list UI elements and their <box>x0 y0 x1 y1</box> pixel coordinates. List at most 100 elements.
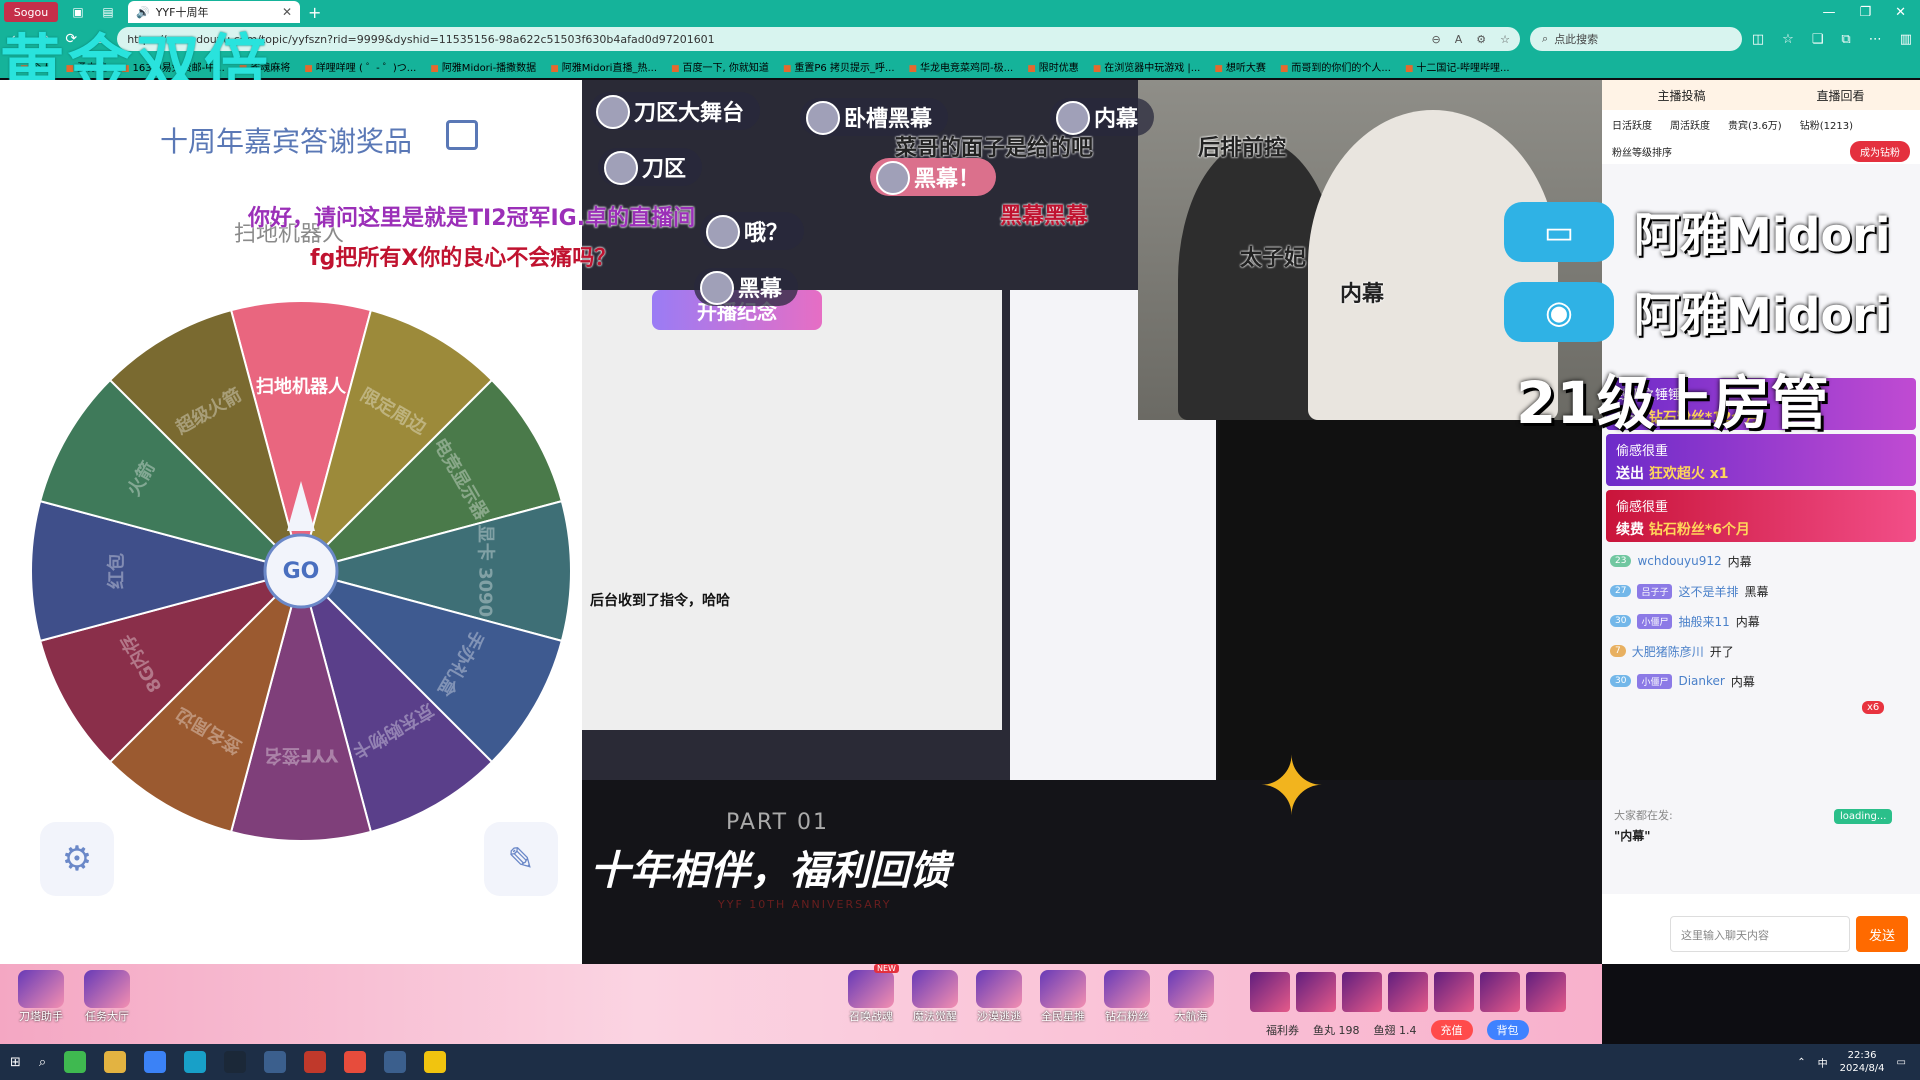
feature-icon <box>912 970 958 1008</box>
feature-button[interactable]: 召唤战魂 NEW <box>848 964 899 1024</box>
bookmark-item[interactable]: 百度一下, 你就知道 <box>671 59 769 74</box>
benefit-coupon[interactable]: 福利券 <box>1266 1022 1299 1038</box>
bookmarks-bar: 个人勇夯娃163网易免费邮-中...雀魂麻将咩哩咩哩 ( ゜- ゜)つ...阿雅… <box>0 54 1920 78</box>
maximize-icon[interactable]: ❐ <box>1859 5 1871 20</box>
steam-icon[interactable] <box>224 1051 247 1073</box>
taskbar-search-icon[interactable]: ⌕ <box>39 1055 46 1070</box>
bookmark-item[interactable]: 重置P6 拷贝提示_呼... <box>783 59 894 74</box>
social-weibo: ◉ 阿雅Midori <box>1504 280 1920 344</box>
sidebar-icon[interactable]: ▥ <box>1900 32 1912 47</box>
read-aloud-icon[interactable]: A <box>1455 33 1463 46</box>
bookmark-item[interactable]: 限时优惠 <box>1027 59 1079 74</box>
danmaku-comment: 刀区大舞台 <box>590 92 761 130</box>
chat-message[interactable]: 30 小僵尸 Dianker 内幕 <box>1602 666 1920 696</box>
bookmark-item[interactable]: 在浏览器中玩游戏 |... <box>1093 59 1200 74</box>
gift-item[interactable] <box>1342 972 1382 1012</box>
zoom-icon[interactable]: ⊖ <box>1432 33 1441 46</box>
favorites-icon[interactable]: ☆ <box>1782 32 1794 47</box>
chat-username[interactable]: 抽般来11 <box>1678 613 1729 630</box>
collections-icon[interactable]: ❏ <box>1812 32 1824 47</box>
menu-icon[interactable]: ⋯ <box>1869 32 1882 47</box>
bookmark-item[interactable]: 十二国记-哔哩哔哩... <box>1405 59 1509 74</box>
bookmark-item[interactable]: 咩哩咩哩 ( ゜- ゜)つ... <box>304 59 416 74</box>
feature-button[interactable]: 大航海 <box>1168 970 1214 1024</box>
feature-label: 召唤战魂 <box>849 1010 893 1023</box>
chat-message[interactable]: 27 吕子子 这不是羊排 黑幕 <box>1602 576 1920 606</box>
favorite-star-icon[interactable]: ☆ <box>1500 33 1510 46</box>
chat-message[interactable]: 7 大肥猪陈彦川 开了 <box>1602 636 1920 666</box>
sparkle-star-icon: ✦ <box>1258 740 1326 833</box>
new-tab-button[interactable]: + <box>308 3 321 22</box>
gift-item[interactable] <box>1388 972 1428 1012</box>
minimize-icon[interactable]: — <box>1822 5 1835 20</box>
gift-bar-item[interactable]: 任务大厅 <box>84 970 130 1024</box>
bookmark-item[interactable]: 阿雅Midori直播_热... <box>550 59 657 74</box>
chat-text: 开了 <box>1709 644 1734 659</box>
share-icon[interactable] <box>446 120 478 150</box>
feature-button[interactable]: 钻石粉丝 <box>1104 970 1150 1024</box>
loading-badge: loading... <box>1834 809 1893 824</box>
notification-icon[interactable]: ▭ <box>1897 1057 1906 1068</box>
tab-streamer-posts[interactable]: 主播投稿 <box>1657 87 1705 104</box>
feature-button[interactable]: 全民星推 <box>1040 970 1086 1024</box>
subtab-daily[interactable]: 日活跃度 <box>1612 117 1652 132</box>
close-window-icon[interactable]: ✕ <box>1895 5 1906 20</box>
clock[interactable]: 22:36 2024/8/4 <box>1840 1049 1885 1075</box>
edit-button[interactable]: ✎ <box>484 822 558 896</box>
bookmark-item[interactable]: 想听大赛 <box>1214 59 1266 74</box>
charge-button[interactable]: 充值 <box>1430 1020 1473 1040</box>
close-tab-icon[interactable]: ✕ <box>282 5 292 19</box>
chat-username[interactable]: 大肥猪陈彦川 <box>1632 643 1704 660</box>
gift-item[interactable] <box>1434 972 1474 1012</box>
extension-icon[interactable]: ⚙ <box>1476 33 1486 46</box>
banner-action: 送出 <box>1616 466 1644 482</box>
become-diamond-button[interactable]: 成为钻粉 <box>1850 140 1910 162</box>
tab-replay[interactable]: 直播回看 <box>1816 87 1864 104</box>
app-icon[interactable] <box>344 1051 367 1073</box>
tray-chevron-icon[interactable]: ⌃ <box>1797 1057 1805 1068</box>
send-button[interactable]: 发送 <box>1856 916 1908 952</box>
split-screen-icon[interactable]: ◫ <box>1752 32 1764 47</box>
windows-start-icon[interactable]: ⊞ <box>10 1055 21 1070</box>
chat-message[interactable]: 23 wchdouyu912 内幕 <box>1602 546 1920 576</box>
app-icon[interactable] <box>264 1051 287 1073</box>
url-field[interactable]: https://www.douyu.com/topic/yyfszn?rid=9… <box>117 27 1521 51</box>
backpack-button[interactable]: 背包 <box>1486 1020 1529 1040</box>
gift-item[interactable] <box>1250 972 1290 1012</box>
gift-bar-item[interactable]: 刀塔助手 <box>18 970 64 1024</box>
chat-input[interactable]: 这里输入聊天内容 <box>1670 916 1850 952</box>
input-language[interactable]: 中 <box>1818 1055 1828 1070</box>
feature-button[interactable]: 沙漠逃逃 <box>976 970 1022 1024</box>
search-input[interactable]: ⌕ 点此搜索 <box>1530 27 1742 51</box>
chat-message[interactable]: 30 小僵尸 抽般来11 内幕 <box>1602 606 1920 636</box>
gift-item[interactable] <box>1296 972 1336 1012</box>
extensions-icon[interactable]: ⧉ <box>1841 32 1850 47</box>
search-icon: ⌕ <box>1542 32 1549 45</box>
settings-gear-button[interactable]: ⚙ <box>40 822 114 896</box>
app-icon[interactable] <box>424 1051 447 1073</box>
danmaku-comment: 刀区 <box>598 148 703 186</box>
bookmark-item[interactable]: 阿雅Midori-播撒数据 <box>430 59 536 74</box>
wechat-icon[interactable] <box>64 1051 87 1073</box>
subtab-weekly[interactable]: 周活跃度 <box>1670 117 1710 132</box>
chat-username[interactable]: wchdouyu912 <box>1637 554 1721 568</box>
chat-text: 内幕 <box>1735 614 1760 629</box>
chat-username[interactable]: Dianker <box>1678 674 1724 688</box>
everyone-text[interactable]: "内幕" <box>1614 827 1673 844</box>
gift-item[interactable] <box>1480 972 1520 1012</box>
app-icon[interactable] <box>304 1051 327 1073</box>
file-explorer-icon[interactable] <box>104 1051 127 1073</box>
prize-wheel[interactable]: 扫地机器人 限定周边电竞显示器显卡 3090手办礼盒京东购物卡YYF签名签名周边8… <box>28 298 574 844</box>
browser-icon[interactable] <box>144 1051 167 1073</box>
chat-username[interactable]: 这不是羊排 <box>1678 583 1738 600</box>
rank-sort-label[interactable]: 粉丝等级排序 <box>1612 144 1672 159</box>
subtab-vip[interactable]: 贵宾(3.6万) <box>1728 117 1782 132</box>
feature-button[interactable]: 魔法觉醒 <box>912 970 958 1024</box>
gift-item[interactable] <box>1526 972 1566 1012</box>
bookmark-item[interactable]: 而哥到的你们的个人... <box>1280 59 1391 74</box>
edge-icon[interactable] <box>184 1051 207 1073</box>
subtab-diamond[interactable]: 钻粉(1213) <box>1800 117 1853 132</box>
app-icon[interactable] <box>384 1051 407 1073</box>
feature-label: 魔法觉醒 <box>913 1010 957 1023</box>
bookmark-item[interactable]: 华龙电竞菜鸡同-极... <box>909 59 1013 74</box>
